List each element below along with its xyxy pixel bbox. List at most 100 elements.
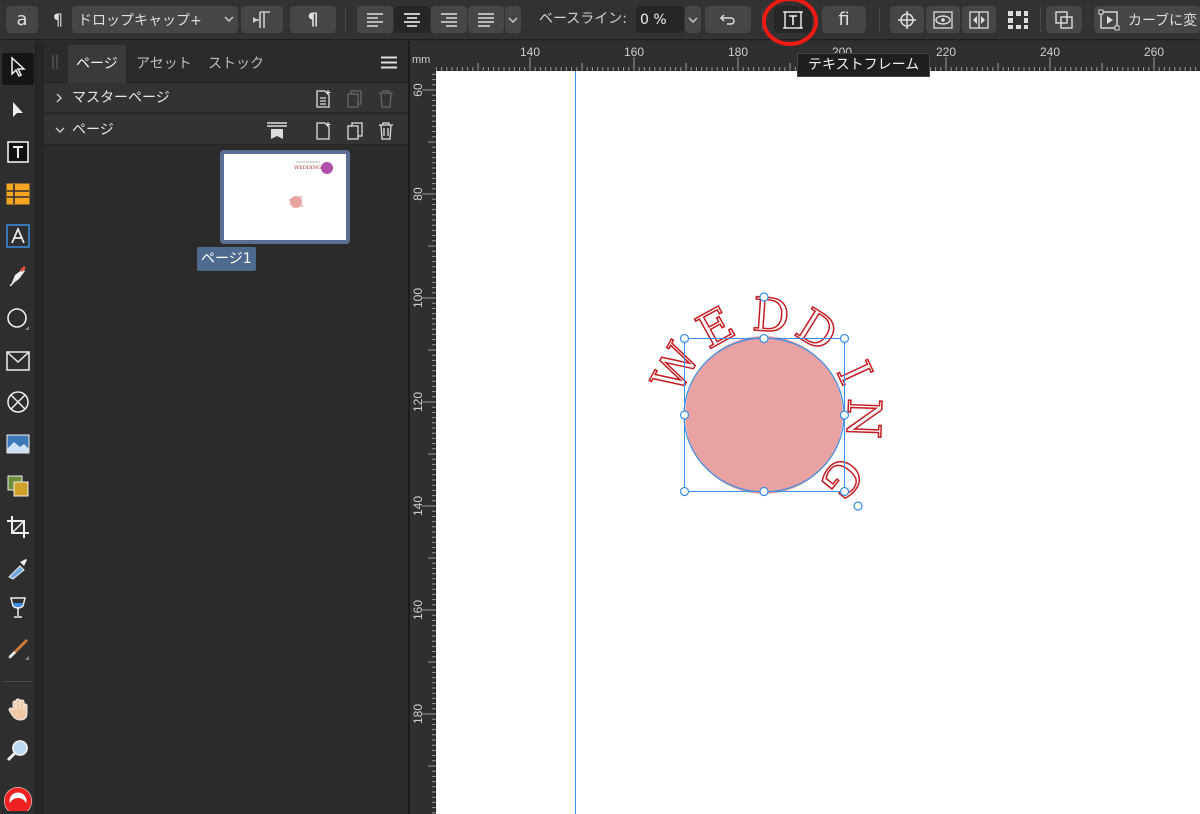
pages-label: ページ xyxy=(72,122,114,138)
align-left-button[interactable] xyxy=(357,6,393,33)
ruler-tick-label: 140 xyxy=(520,45,540,59)
delete-page-icon[interactable] xyxy=(375,120,397,142)
convert-to-curves-button[interactable]: カーブに変 xyxy=(1094,6,1200,33)
ruler-tick-label: 220 xyxy=(936,45,956,59)
dropcap-style-select[interactable]: ドロップキャップ+ xyxy=(72,6,238,33)
paragraph-decrease-icon xyxy=(251,10,273,30)
ellipse-frame-tool[interactable] xyxy=(2,388,34,420)
preview-mode-button[interactable] xyxy=(926,6,960,33)
paragraph-left-button[interactable] xyxy=(241,6,283,33)
add-master-page-icon[interactable] xyxy=(312,88,334,110)
flip-horizontal-button[interactable] xyxy=(962,6,996,33)
vertical-ruler: 60801001201401601800 xyxy=(410,71,436,814)
baseline-value: 0 % xyxy=(640,11,667,28)
selection-handle[interactable] xyxy=(853,501,863,511)
selection-handle[interactable] xyxy=(839,410,850,420)
boolean-ops-button[interactable] xyxy=(1046,6,1082,33)
chevron-down-icon xyxy=(224,14,234,24)
picture-frame-tool[interactable] xyxy=(2,347,34,379)
align-center-icon xyxy=(403,12,421,28)
reset-baseline-button[interactable] xyxy=(705,6,751,33)
selection-handle[interactable] xyxy=(759,292,769,302)
text-frame-button[interactable] xyxy=(774,6,812,33)
node-tool[interactable] xyxy=(2,96,34,128)
snapping-grid-button[interactable] xyxy=(1000,6,1036,33)
baseline-input[interactable]: 0 % xyxy=(636,6,684,33)
selection-handle[interactable] xyxy=(759,333,769,344)
pen-icon xyxy=(7,265,29,293)
add-page-icon[interactable] xyxy=(312,120,334,142)
ruler-tick-label: 260 xyxy=(1144,45,1164,59)
fill-tool[interactable] xyxy=(2,594,34,626)
document-canvas[interactable]: 140 160 180 200 220 240 260 60 80 100 120 140 160 18… xyxy=(410,41,1200,814)
panel-tab-bar: ページ アセット ストック xyxy=(44,41,408,83)
pilcrow-icon: ¶ xyxy=(307,9,319,30)
tab-stock[interactable]: ストック xyxy=(200,45,272,83)
duplicate-page-icon[interactable] xyxy=(344,120,366,142)
convert-curves-icon xyxy=(1098,9,1122,31)
duplicate-master-icon xyxy=(344,88,366,110)
chevron-down-icon xyxy=(508,15,518,25)
artistic-text-tool[interactable] xyxy=(2,222,34,254)
selection-handle[interactable] xyxy=(679,333,690,344)
color-picker-tool[interactable] xyxy=(2,554,34,586)
pointer-icon xyxy=(9,56,27,82)
ellipse-tool[interactable] xyxy=(2,305,34,337)
page-spread-icon[interactable] xyxy=(266,120,288,142)
selection-handle[interactable] xyxy=(839,486,850,497)
character-panel-button[interactable]: a xyxy=(6,6,38,33)
align-center-button[interactable] xyxy=(394,6,430,33)
magnifier-icon xyxy=(6,739,30,767)
ruler-unit: mm xyxy=(412,54,430,66)
paragraph-mark-button[interactable]: ¶ xyxy=(290,6,336,33)
panel-grip-icon[interactable] xyxy=(52,55,58,73)
ruler-tick-label: 120 xyxy=(411,392,425,412)
selection-handle[interactable] xyxy=(759,486,769,497)
layers-icon xyxy=(6,474,30,502)
ruler-tick-label: 180 xyxy=(728,45,748,59)
frame-text-icon xyxy=(6,140,30,168)
chevron-down-icon xyxy=(688,15,698,25)
place-image-tool[interactable] xyxy=(2,430,34,462)
table-tool[interactable] xyxy=(2,180,34,212)
tab-assets[interactable]: アセット xyxy=(128,45,200,83)
zoom-tool[interactable] xyxy=(2,737,34,769)
pipette-icon xyxy=(6,556,30,584)
color-swatch[interactable] xyxy=(2,779,34,813)
ligature-button[interactable]: fi xyxy=(822,6,866,33)
vector-crop-tool[interactable] xyxy=(2,472,34,504)
transform-origin-button[interactable] xyxy=(890,6,924,33)
master-pages-section[interactable]: マスターページ xyxy=(44,83,408,113)
delete-master-icon xyxy=(375,88,397,110)
brush-tool[interactable] xyxy=(2,635,34,667)
move-tool[interactable] xyxy=(2,53,34,85)
page-thumbnail-label[interactable]: ページ1 xyxy=(197,247,256,271)
frame-cross-icon xyxy=(6,350,30,376)
selection-handle[interactable] xyxy=(679,410,690,420)
selection-handle[interactable] xyxy=(679,486,690,497)
page-thumbnail[interactable]: WEDDING xyxy=(220,150,350,244)
overlap-squares-icon xyxy=(1053,9,1075,31)
tab-pages[interactable]: ページ xyxy=(68,45,126,83)
crop-icon xyxy=(6,515,30,543)
ruler-tick-label: 240 xyxy=(1040,45,1060,59)
pages-section[interactable]: ページ xyxy=(44,115,408,145)
align-right-button[interactable] xyxy=(431,6,467,33)
ruler-tick-label: 100 xyxy=(411,288,425,308)
crop-tool[interactable] xyxy=(2,513,34,545)
node-pointer-icon xyxy=(9,99,27,125)
view-tool[interactable] xyxy=(2,696,34,728)
panel-menu-icon[interactable] xyxy=(381,56,397,73)
selection-handle[interactable] xyxy=(839,333,850,344)
chevron-down-icon[interactable] xyxy=(54,124,66,139)
baseline-dropdown[interactable] xyxy=(685,6,701,33)
alignment-dropdown[interactable] xyxy=(505,6,521,33)
align-left-icon xyxy=(366,12,384,28)
frame-text-tool[interactable] xyxy=(2,138,34,170)
chevron-right-icon[interactable] xyxy=(54,92,64,108)
pen-tool[interactable] xyxy=(2,263,34,295)
image-icon xyxy=(6,433,30,459)
justify-button[interactable] xyxy=(468,6,504,33)
color-wheel-icon xyxy=(2,779,34,813)
paragraph-mark-icon[interactable]: ¶ xyxy=(46,6,70,33)
